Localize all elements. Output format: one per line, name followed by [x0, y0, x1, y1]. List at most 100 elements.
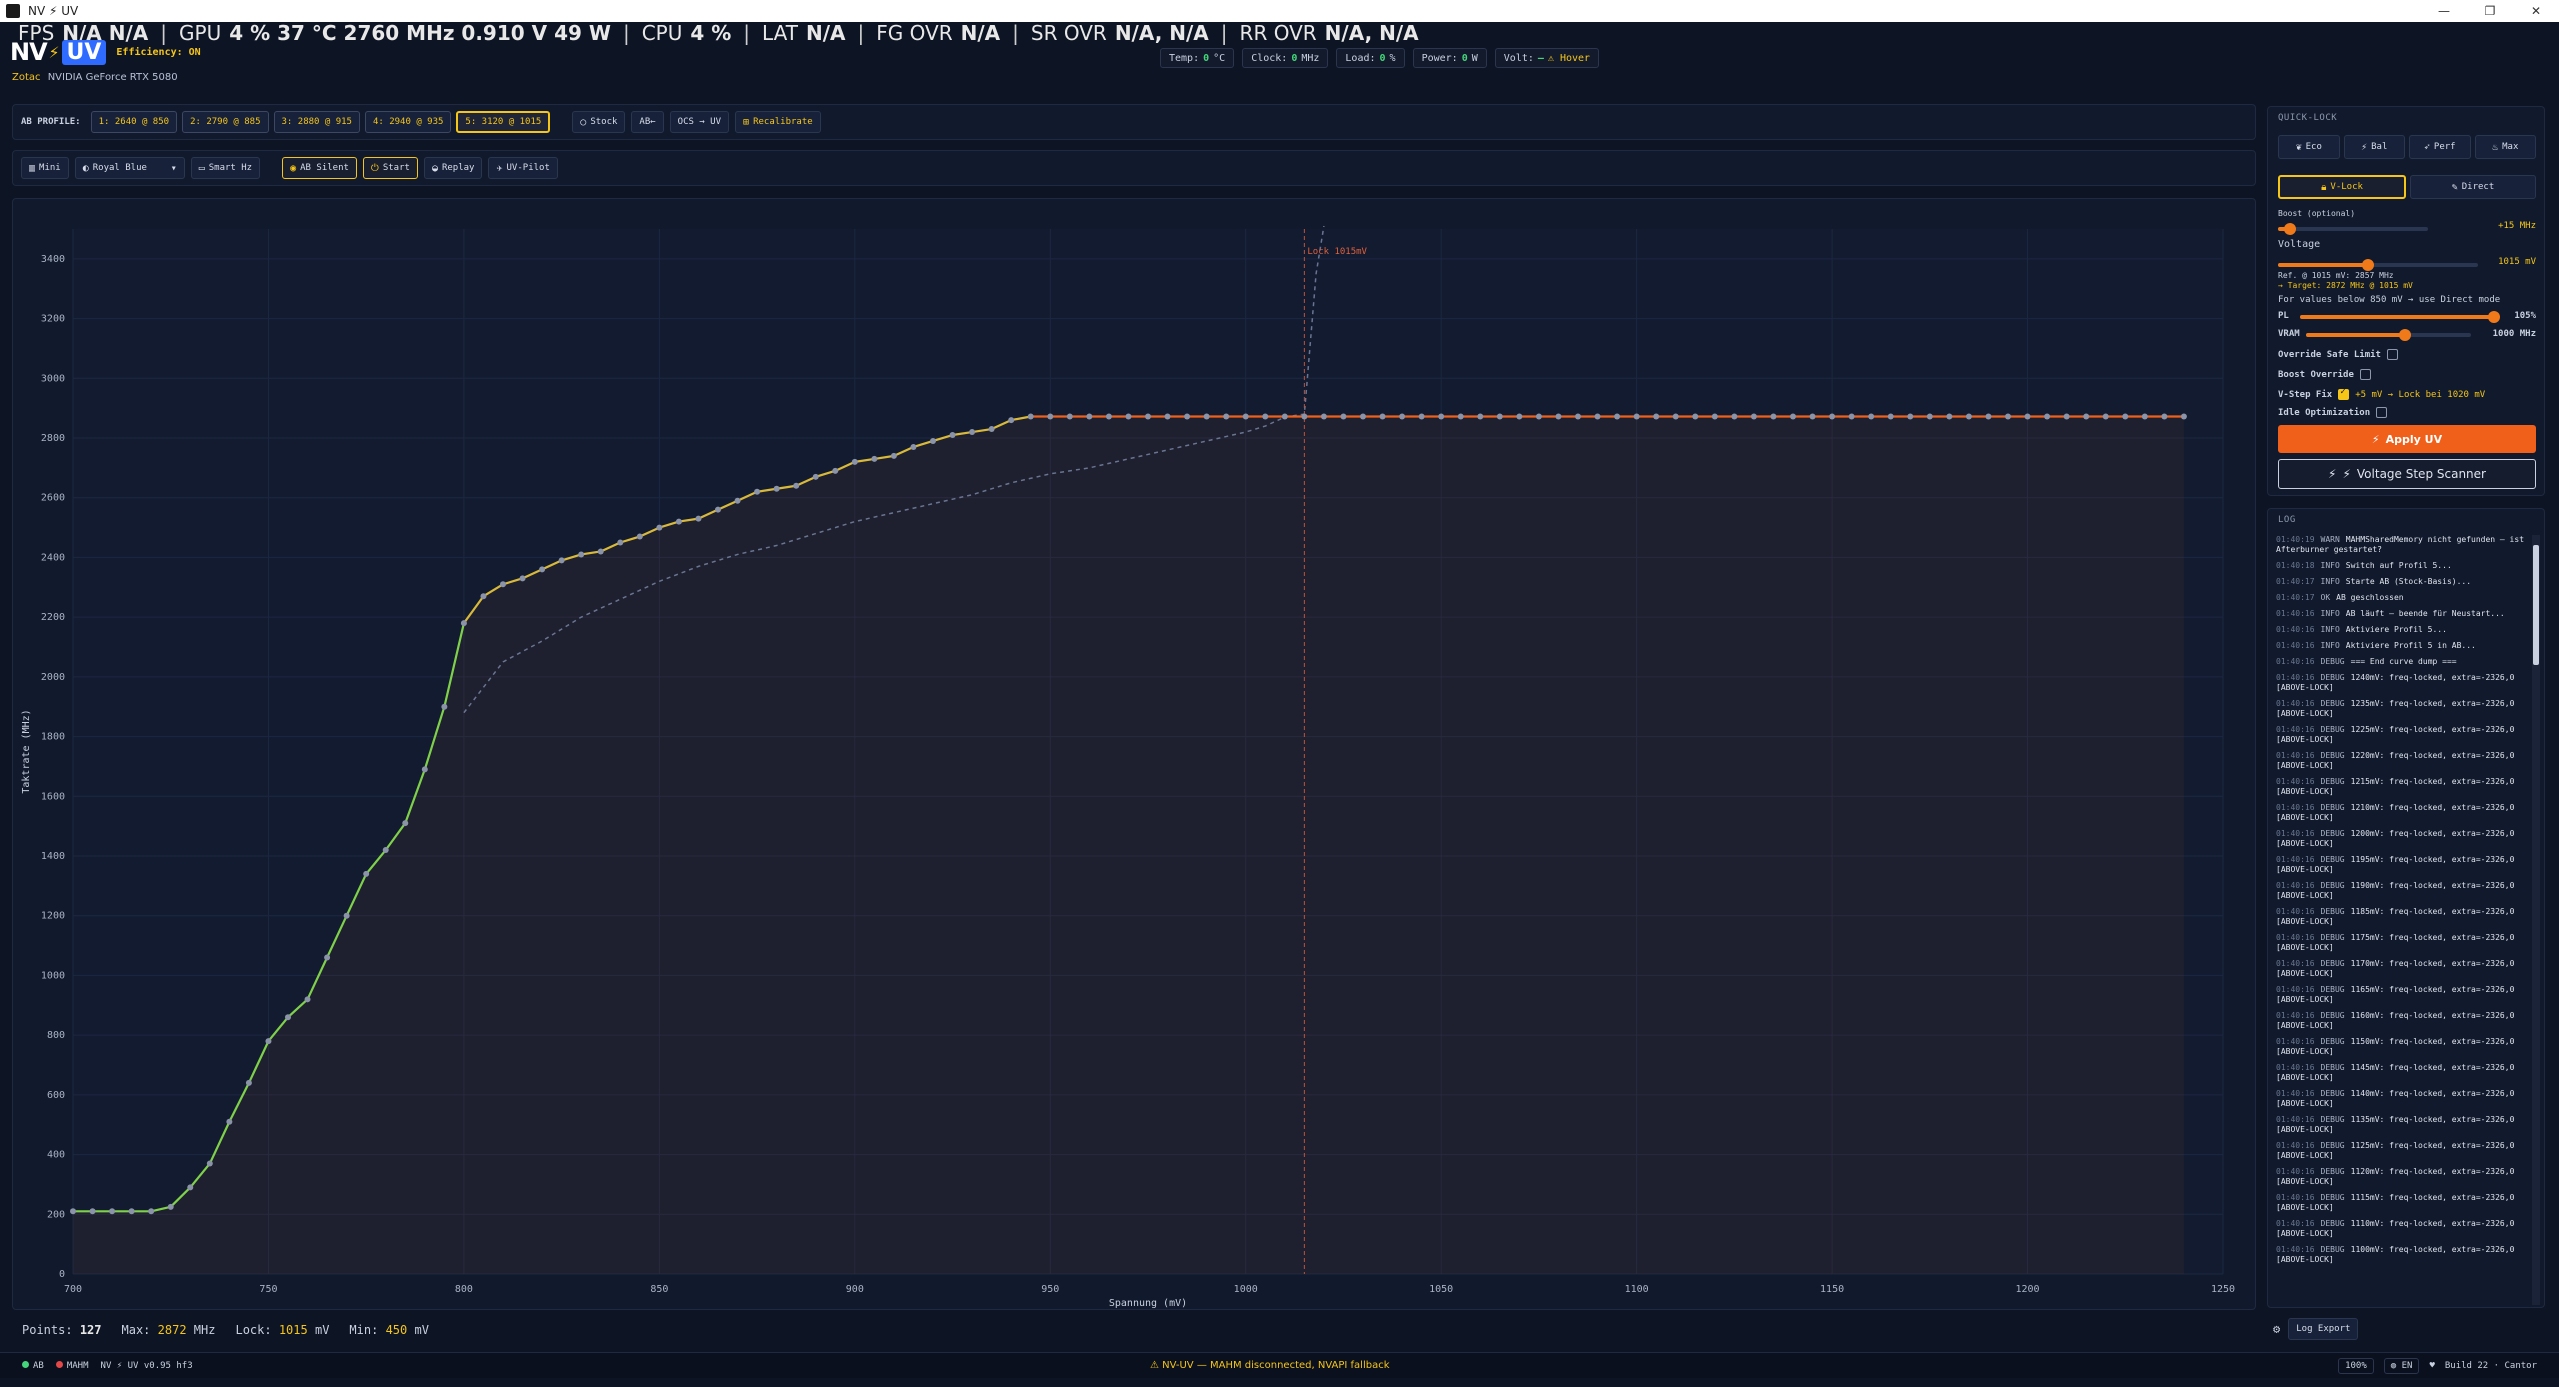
log-time: 01:40:16 — [2276, 1011, 2315, 1020]
apply-uv-label: Apply UV — [2385, 432, 2443, 446]
mini-button[interactable]: ▥ Mini — [21, 157, 69, 179]
maximize-button[interactable]: ❐ — [2467, 0, 2513, 22]
stat-unit: % — [1389, 52, 1396, 64]
voltage-value: 1015 mV — [2498, 257, 2536, 267]
palette-icon: ◐ — [82, 162, 89, 174]
profile-button-4[interactable]: 4: 2940 @ 935 — [364, 111, 452, 133]
voltage-step-scanner-button[interactable]: ⚡ ⚡ Voltage Step Scanner — [2278, 459, 2536, 489]
max-button[interactable]: ♨ Max — [2474, 135, 2536, 159]
curve-point — [109, 1208, 116, 1215]
ocs-uv-button[interactable]: OCS → UV — [669, 111, 730, 133]
zoom-button[interactable]: 100% — [2338, 1357, 2374, 1374]
lock-stat: Lock: 1015 mV — [235, 1323, 329, 1337]
eco-button[interactable]: ❦ Eco — [2278, 135, 2340, 159]
curve-point — [1301, 413, 1308, 420]
log-panel: LOG 01:40:19 WARN MAHMSharedMemory nicht g… — [2267, 508, 2545, 1308]
bolt-icon: ⚡ — [2342, 467, 2351, 481]
log-export-button[interactable]: Log Export — [2288, 1318, 2359, 1340]
ab-silent-button[interactable]: ◉ AB Silent — [282, 157, 357, 179]
heart-icon[interactable]: ♥ — [2429, 1361, 2434, 1371]
log-entry: 01:40:16 DEBUG 1115mV: freq-locked, extra=… — [2276, 1193, 2528, 1213]
vram-knob[interactable] — [2399, 329, 2411, 341]
smart-hz-button[interactable]: ▭ Smart Hz — [190, 157, 261, 179]
flame-icon: ♨ — [2492, 141, 2499, 153]
minimize-button[interactable]: — — [2421, 0, 2467, 22]
curve-point — [2005, 413, 2011, 420]
log-time: 01:40:16 — [2276, 657, 2315, 666]
boost-slider[interactable] — [2278, 223, 2428, 235]
boost-label: Boost (optional) — [2278, 209, 2356, 218]
curve-point — [402, 820, 409, 827]
profile-button-2[interactable]: 2: 2790 @ 885 — [182, 111, 269, 133]
voltage-slider[interactable] — [2278, 259, 2478, 271]
bal-button[interactable]: ⚡ Bal — [2343, 135, 2405, 159]
vram-row: VRAM 1000 MHz — [2278, 329, 2536, 343]
log-level: DEBUG — [2320, 725, 2345, 734]
vstep-fix-box[interactable] — [2338, 387, 2350, 400]
log-message: Aktiviere Profil 5... — [2345, 625, 2447, 634]
profile-button-5[interactable]: 5: 3120 @ 1015 — [456, 111, 551, 133]
log-scrollbar[interactable] — [2532, 535, 2540, 1305]
log-entry: 01:40:17 OK AB geschlossen — [2276, 593, 2528, 603]
gear-icon[interactable]: ⚙ — [2273, 1322, 2280, 1336]
vstep-fix-checkbox[interactable]: V-Step Fix +5 mV → Lock bei 1020 mV — [2278, 387, 2485, 400]
idle-opt-box[interactable] — [2376, 407, 2388, 418]
override-safe-box[interactable] — [2386, 349, 2398, 360]
curve-point — [1770, 413, 1777, 420]
stat-label: Volt: — [1503, 52, 1534, 64]
log-time: 01:40:16 — [2276, 1037, 2315, 1046]
vram-slider[interactable] — [2306, 329, 2471, 341]
log-level: DEBUG — [2320, 1037, 2345, 1046]
stat-unit: ⚠ Hover — [1547, 52, 1591, 64]
osd-separator: | — [1220, 21, 1228, 45]
theme-select[interactable]: ◐ Royal Blue ▾ — [74, 157, 185, 179]
apply-uv-button[interactable]: ⚡ Apply UV — [2278, 425, 2536, 453]
log-footer: ⚙ Log Export — [2267, 1318, 2545, 1340]
ab-import-button[interactable]: AB← — [631, 111, 664, 133]
stock-button[interactable]: ○ Stock — [572, 111, 626, 133]
curve-point — [1320, 413, 1327, 420]
profile-button-1[interactable]: 1: 2640 @ 850 — [90, 111, 178, 133]
boost-override-checkbox[interactable]: Boost Override — [2278, 369, 2371, 380]
log-level: DEBUG — [2320, 777, 2345, 786]
idle-optimization-checkbox[interactable]: Idle Optimization — [2278, 407, 2388, 418]
curve-point — [890, 452, 897, 459]
replay-button[interactable]: ◒ Replay — [423, 157, 483, 179]
log-scroll-thumb[interactable] — [2533, 545, 2539, 665]
vf-curve-chart[interactable]: 0 200 400 600 800 1000 1200 1400 1600 1800 2000 220… — [13, 199, 2257, 1311]
profile-button-3[interactable]: 3: 2880 @ 915 — [273, 111, 360, 133]
log-entry: 01:40:16 DEBUG 1100mV: freq-locked, extra=… — [2276, 1245, 2528, 1265]
log-entry: 01:40:16 DEBUG 1190mV: freq-locked, extra=… — [2276, 881, 2528, 901]
log-entry: 01:40:16 DEBUG 1210mV: freq-locked, extra=… — [2276, 803, 2528, 823]
pl-knob[interactable] — [2488, 311, 2501, 323]
perf-button[interactable]: ➶ Perf — [2409, 135, 2471, 159]
bolt-icon: ⚡ — [2371, 432, 2380, 446]
curve-point — [2180, 413, 2187, 420]
override-safe-limit-checkbox[interactable]: Override Safe Limit — [2278, 349, 2398, 360]
osd-label: FG OVR — [876, 21, 953, 45]
pen-icon: ✎ — [2451, 181, 2458, 193]
recalibrate-button[interactable]: ⊞ Recalibrate — [735, 111, 821, 133]
x-tick-label: 950 — [1041, 1284, 1059, 1295]
language-button[interactable]: ◍ EN — [2383, 1357, 2420, 1374]
start-button[interactable]: ⏻ Start — [362, 157, 418, 179]
voltage-label: Voltage — [2278, 239, 2321, 250]
log-entry: 01:40:16 DEBUG 1215mV: freq-locked, extra=… — [2276, 777, 2528, 797]
log-entry: 01:40:16 DEBUG 1220mV: freq-locked, extra=… — [2276, 751, 2528, 771]
uv-pilot-button[interactable]: ✈ UV-Pilot — [488, 157, 558, 179]
stat-pill: Temp: 0 °C — [1160, 48, 1235, 68]
log-level: DEBUG — [2320, 959, 2345, 968]
curve-point — [1985, 413, 1992, 420]
log-time: 01:40:16 — [2276, 1219, 2315, 1228]
direct-button[interactable]: ✎ Direct — [2410, 175, 2536, 199]
boost-knob[interactable] — [2284, 223, 2296, 235]
close-button[interactable]: ✕ — [2513, 0, 2559, 22]
voltage-knob[interactable] — [2362, 259, 2374, 271]
log-time: 01:40:16 — [2276, 1141, 2315, 1150]
pl-slider[interactable] — [2300, 311, 2501, 323]
vlock-button[interactable]: 🔒︎ V-Lock — [2278, 175, 2406, 199]
x-tick-label: 850 — [650, 1284, 668, 1295]
direct-mode-note: For values below 850 mV → use Direct mod… — [2278, 295, 2501, 305]
log-level: DEBUG — [2320, 985, 2345, 994]
boost-override-box[interactable] — [2359, 369, 2371, 380]
